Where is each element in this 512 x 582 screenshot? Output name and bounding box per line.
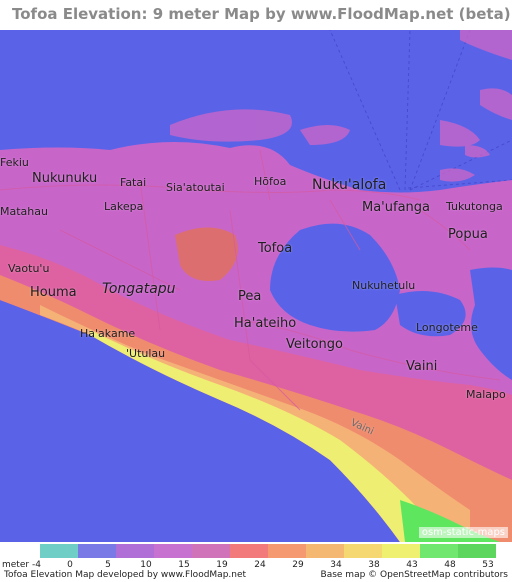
legend-label: 29 bbox=[292, 560, 304, 570]
legend-swatch bbox=[154, 544, 192, 558]
legend-label: 10 bbox=[140, 560, 152, 570]
legend-label: 43 bbox=[406, 560, 418, 570]
legend-label: 48 bbox=[444, 560, 456, 570]
legend-swatch bbox=[268, 544, 306, 558]
footer-credit: Tofoa Elevation Map developed by www.Flo… bbox=[4, 570, 247, 580]
legend-unit: meter -4 bbox=[2, 560, 41, 570]
legend-first-label: -4 bbox=[31, 560, 41, 570]
legend-label: 53 bbox=[482, 560, 494, 570]
place-label: Malapo bbox=[466, 388, 506, 401]
page-title: Tofoa Elevation: 9 meter Map by www.Floo… bbox=[12, 5, 511, 23]
legend-label: 34 bbox=[330, 560, 342, 570]
legend-label: 15 bbox=[178, 560, 190, 570]
legend-label: 5 bbox=[105, 560, 111, 570]
place-label: Nukunuku bbox=[32, 171, 98, 186]
legend-swatch bbox=[78, 544, 116, 558]
legend-swatch bbox=[230, 544, 268, 558]
place-label: 'Utulau bbox=[126, 347, 166, 360]
place-label: Ha'akame bbox=[80, 327, 136, 340]
legend-swatch bbox=[344, 544, 382, 558]
osm-attribution-overlay: osm-static-maps bbox=[418, 527, 508, 538]
legend-label: 38 bbox=[368, 560, 380, 570]
legend-swatch bbox=[116, 544, 154, 558]
legend-unit-text: meter bbox=[2, 560, 30, 570]
title-bar: Tofoa Elevation: 9 meter Map by www.Floo… bbox=[0, 0, 512, 30]
legend-swatch bbox=[40, 544, 78, 558]
place-label: Fekiu bbox=[0, 156, 29, 169]
legend-label: 24 bbox=[254, 560, 266, 570]
place-label: Popua bbox=[448, 227, 488, 242]
place-label: Tofoa bbox=[258, 241, 293, 256]
place-label: Nuku'alofa bbox=[312, 177, 387, 193]
place-label: Longoteme bbox=[416, 321, 478, 334]
place-label: Ma'ufanga bbox=[362, 200, 430, 215]
legend-swatch bbox=[458, 544, 496, 558]
place-label: Nukuhetulu bbox=[352, 279, 416, 292]
place-label: Sia'atoutai bbox=[166, 181, 225, 194]
legend-label: 19 bbox=[216, 560, 228, 570]
place-label: Matahau bbox=[0, 205, 48, 218]
place-label: Pea bbox=[238, 289, 262, 304]
legend-swatch bbox=[420, 544, 458, 558]
legend-label: 0 bbox=[67, 560, 73, 570]
place-label: Vaotu'u bbox=[8, 262, 50, 275]
place-label: Veitongo bbox=[286, 337, 343, 352]
elevation-map[interactable]: Fekiu Nukunuku Fatai Sia'atoutai Hōfoa N… bbox=[0, 30, 512, 542]
legend-swatch bbox=[306, 544, 344, 558]
place-label: Vaini bbox=[406, 359, 438, 374]
place-label: Tongatapu bbox=[102, 281, 176, 297]
legend-swatch bbox=[382, 544, 420, 558]
legend: meter -4 0 5 10 15 19 24 29 34 38 43 48 53 Tofoa El… bbox=[0, 542, 512, 582]
place-label: Houma bbox=[30, 285, 77, 300]
place-label: Tukutonga bbox=[446, 200, 503, 213]
legend-swatch bbox=[192, 544, 230, 558]
place-label: Hōfoa bbox=[254, 175, 287, 188]
place-label: Lakepa bbox=[104, 200, 144, 213]
footer-basemap-credit: Base map © OpenStreetMap contributors bbox=[320, 570, 508, 580]
place-label: Ha'ateiho bbox=[234, 316, 297, 331]
place-label: Fatai bbox=[120, 176, 147, 189]
